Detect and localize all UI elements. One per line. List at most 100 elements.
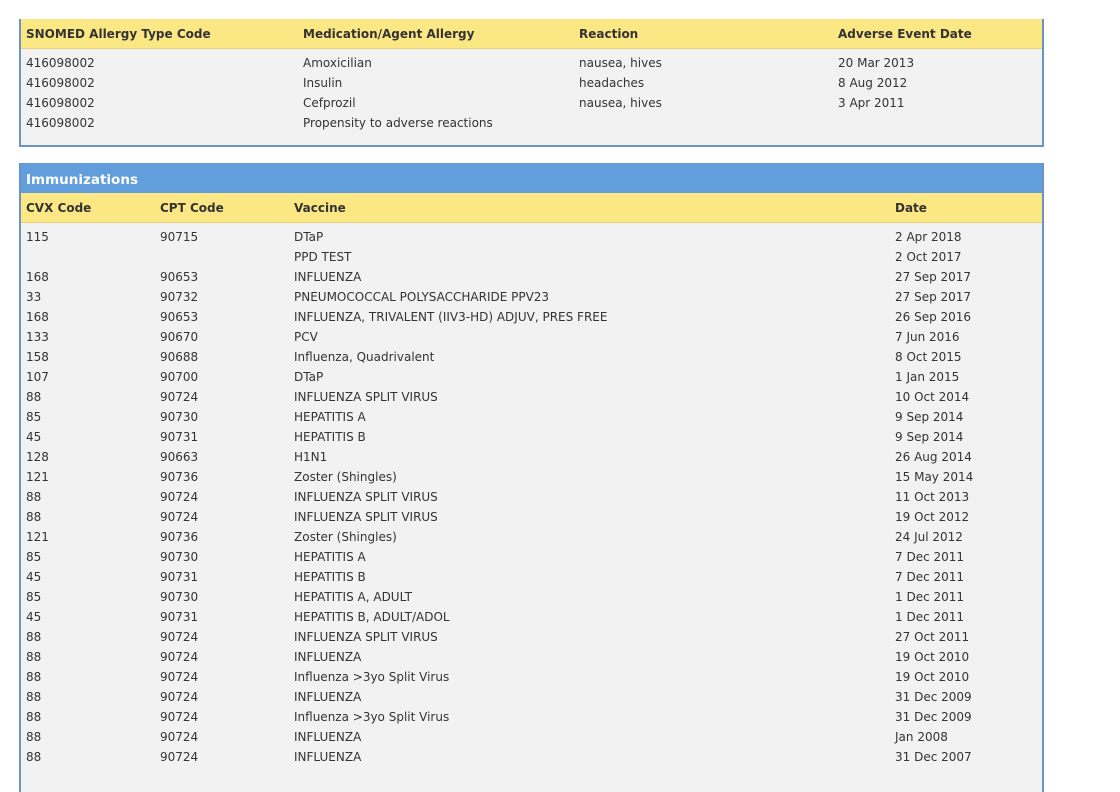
table-row: 128 90663 H1N1 26 Aug 2014 — [21, 447, 1042, 467]
cell-date: 9 Sep 2014 — [895, 430, 964, 444]
column-header-cvx-code: CVX Code — [26, 201, 92, 215]
cell-cpt-code: 90730 — [160, 550, 199, 564]
cell-cpt-code: 90700 — [160, 370, 199, 384]
cell-cvx-code: 168 — [26, 310, 49, 324]
column-header-date: Date — [895, 201, 927, 215]
cell-date: 26 Aug 2014 — [895, 450, 972, 464]
cell-cvx-code: 168 — [26, 270, 49, 284]
cell-cvx-code: 88 — [26, 750, 42, 764]
cell-vaccine: DTaP — [294, 230, 324, 244]
cell-cpt-code: 90731 — [160, 570, 199, 584]
cell-cvx-code: 85 — [26, 550, 42, 564]
cell-cvx-code: 88 — [26, 510, 42, 524]
cell-cpt-code: 90732 — [160, 290, 199, 304]
cell-cvx-code: 121 — [26, 470, 49, 484]
cell-cpt-code: 90724 — [160, 490, 199, 504]
cell-date: 9 Sep 2014 — [895, 410, 964, 424]
cell-vaccine: PNEUMOCOCCAL POLYSACCHARIDE PPV23 — [294, 290, 550, 304]
cell-cpt-code: 90724 — [160, 650, 199, 664]
table-row: 416098002 Cefprozil nausea, hives 3 Apr 201… — [21, 93, 1042, 113]
cell-cvx-code: 45 — [26, 570, 42, 584]
cell-cvx-code: 121 — [26, 530, 49, 544]
table-row: 88 90724 INFLUENZA Jan 2008 — [21, 727, 1042, 747]
cell-cpt-code: 90731 — [160, 610, 199, 624]
cell-cvx-code: 88 — [26, 390, 42, 404]
table-row: 416098002 Amoxicilian nausea, hives 20 Mar … — [21, 53, 1042, 73]
cell-vaccine: INFLUENZA SPLIT VIRUS — [294, 510, 438, 524]
table-row: 85 90730 HEPATITIS A 7 Dec 2011 — [21, 547, 1042, 567]
cell-vaccine: Influenza >3yo Split Virus — [294, 710, 450, 724]
cell-snomed-code: 416098002 — [26, 116, 95, 130]
cell-vaccine: INFLUENZA — [294, 690, 362, 704]
cell-date: 31 Dec 2007 — [895, 750, 972, 764]
cell-agent: Amoxicilian — [303, 56, 372, 70]
cell-cpt-code: 90724 — [160, 730, 199, 744]
cell-cvx-code: 85 — [26, 590, 42, 604]
cell-cvx-code: 88 — [26, 730, 42, 744]
cell-cvx-code: 128 — [26, 450, 49, 464]
cell-agent: Insulin — [303, 76, 343, 90]
cell-cpt-code: 90724 — [160, 670, 199, 684]
cell-cvx-code: 45 — [26, 610, 42, 624]
cell-agent: Cefprozil — [303, 96, 356, 110]
cell-date: 1 Dec 2011 — [895, 610, 965, 624]
cell-cvx-code: 88 — [26, 710, 42, 724]
cell-snomed-code: 416098002 — [26, 56, 95, 70]
table-row: 45 90731 HEPATITIS B 7 Dec 2011 — [21, 567, 1042, 587]
cell-cvx-code: 107 — [26, 370, 49, 384]
cell-vaccine: HEPATITIS A, ADULT — [294, 590, 412, 604]
cell-cpt-code: 90731 — [160, 430, 199, 444]
immunizations-body: 115 90715 DTaP 2 Apr 2018 PPD TEST 2 Oct 2017… — [21, 223, 1042, 767]
cell-vaccine: INFLUENZA, TRIVALENT (IIV3-HD) ADJUV, PR… — [294, 310, 608, 324]
table-row: 158 90688 Influenza, Quadrivalent 8 Oct 201… — [21, 347, 1042, 367]
column-header-reaction: Reaction — [579, 27, 639, 41]
cell-cvx-code: 85 — [26, 410, 42, 424]
cell-cvx-code: 133 — [26, 330, 49, 344]
table-row: 88 90724 INFLUENZA 19 Oct 2010 — [21, 647, 1042, 667]
cell-vaccine: INFLUENZA — [294, 750, 362, 764]
cell-date: 31 Dec 2009 — [895, 710, 972, 724]
cell-cvx-code: 33 — [26, 290, 42, 304]
cell-date: 15 May 2014 — [895, 470, 974, 484]
cell-cpt-code: 90724 — [160, 690, 199, 704]
cell-vaccine: INFLUENZA SPLIT VIRUS — [294, 390, 438, 404]
allergies-header-row: SNOMED Allergy Type Code Medication/Agen… — [21, 19, 1042, 49]
cell-reaction: nausea, hives — [579, 56, 662, 70]
cell-date: 10 Oct 2014 — [895, 390, 970, 404]
column-header-agent: Medication/Agent Allergy — [303, 27, 475, 41]
cell-vaccine: HEPATITIS A — [294, 410, 366, 424]
cell-date: 7 Dec 2011 — [895, 550, 965, 564]
cell-snomed-code: 416098002 — [26, 76, 95, 90]
cell-vaccine: HEPATITIS B — [294, 430, 366, 444]
cell-vaccine: HEPATITIS B, ADULT/ADOL — [294, 610, 450, 624]
column-header-snomed-code: SNOMED Allergy Type Code — [26, 27, 211, 41]
table-row: 168 90653 INFLUENZA, TRIVALENT (IIV3-HD) A… — [21, 307, 1042, 327]
table-row: 121 90736 Zoster (Shingles) 15 May 2014 — [21, 467, 1042, 487]
cell-vaccine: INFLUENZA SPLIT VIRUS — [294, 630, 438, 644]
allergies-table: SNOMED Allergy Type Code Medication/Agen… — [19, 19, 1044, 147]
cell-vaccine: Influenza, Quadrivalent — [294, 350, 435, 364]
immunizations-title: Immunizations — [21, 163, 1042, 193]
cell-vaccine: Zoster (Shingles) — [294, 530, 397, 544]
table-row: 88 90724 Influenza >3yo Split Virus 19 Oct … — [21, 667, 1042, 687]
cell-snomed-code: 416098002 — [26, 96, 95, 110]
cell-date: 19 Oct 2010 — [895, 670, 970, 684]
cell-date: 27 Sep 2017 — [895, 290, 972, 304]
cell-cpt-code: 90653 — [160, 310, 199, 324]
cell-vaccine: Influenza >3yo Split Virus — [294, 670, 450, 684]
table-row: 88 90724 INFLUENZA SPLIT VIRUS 11 Oct 2013 — [21, 487, 1042, 507]
cell-date: 2 Apr 2018 — [895, 230, 962, 244]
cell-cpt-code: 90688 — [160, 350, 199, 364]
cell-cpt-code: 90724 — [160, 390, 199, 404]
cell-reaction: nausea, hives — [579, 96, 662, 110]
table-row: 168 90653 INFLUENZA 27 Sep 2017 — [21, 267, 1042, 287]
table-row: 115 90715 DTaP 2 Apr 2018 — [21, 227, 1042, 247]
cell-date: 31 Dec 2009 — [895, 690, 972, 704]
cell-cpt-code: 90670 — [160, 330, 199, 344]
cell-vaccine: HEPATITIS A — [294, 550, 366, 564]
cell-agent: Propensity to adverse reactions — [303, 116, 493, 130]
cell-date: 2 Oct 2017 — [895, 250, 962, 264]
table-row: 85 90730 HEPATITIS A 9 Sep 2014 — [21, 407, 1042, 427]
cell-date: 7 Dec 2011 — [895, 570, 965, 584]
cell-vaccine: INFLUENZA — [294, 650, 362, 664]
